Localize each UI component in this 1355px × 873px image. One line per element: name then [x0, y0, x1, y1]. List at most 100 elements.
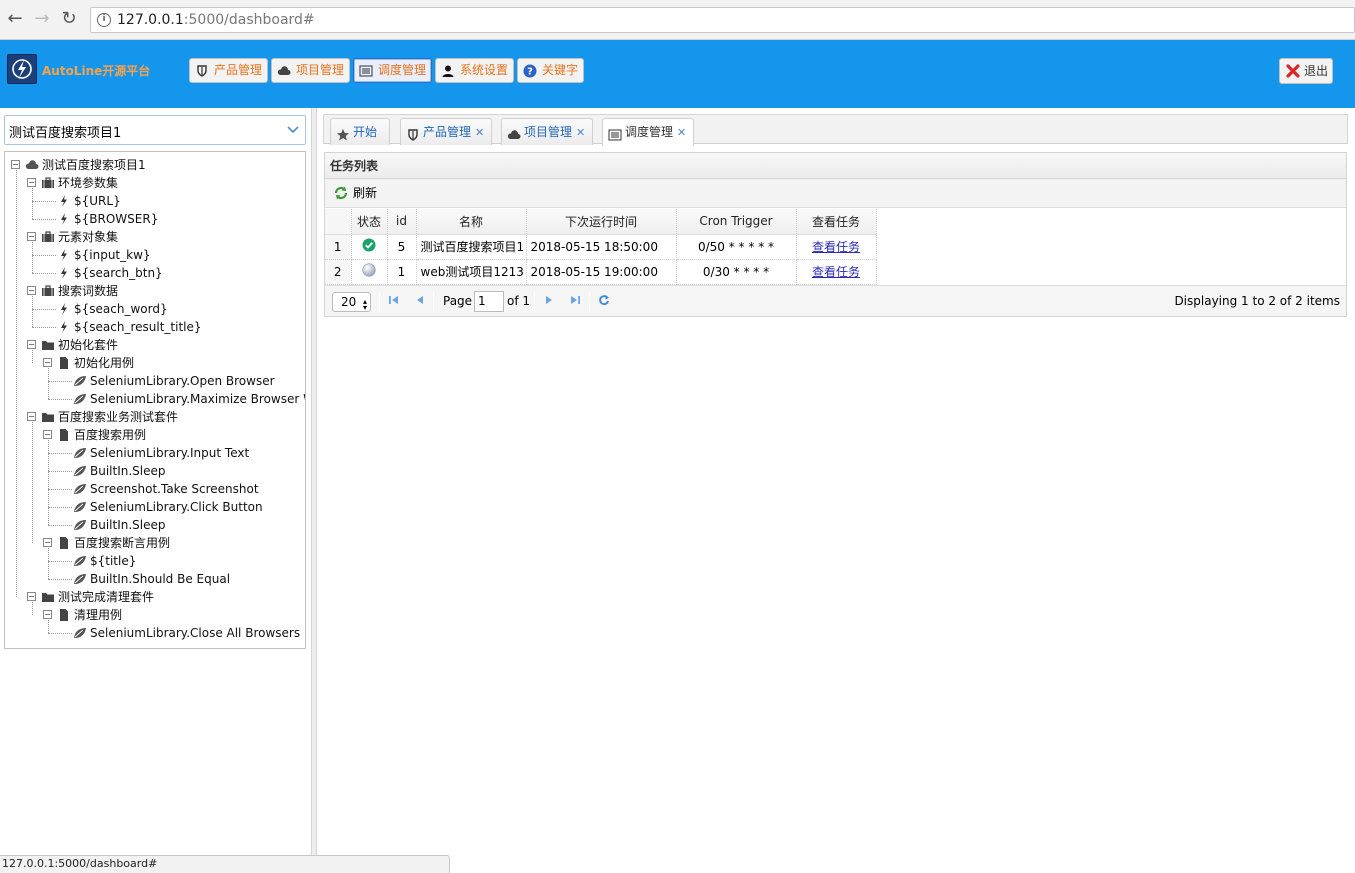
tree-node[interactable]: Screenshot.Take Screenshot [73, 480, 259, 498]
tree-connector [16, 170, 17, 597]
address-bar[interactable]: i 127.0.0.1:5000/dashboard# [90, 7, 1355, 33]
project-tree: − 测试百度搜索项目1− 环境参数集 ${URL} ${BROWSER} − 元素对象集 ${… [4, 151, 306, 649]
tree-node[interactable]: 清理用例 [57, 606, 122, 624]
info-icon[interactable]: i [97, 13, 111, 27]
page-size-select[interactable]: 20 ▴ ▾ [332, 292, 371, 312]
back-icon[interactable]: ← [4, 8, 26, 30]
tree-node[interactable]: ${URL} [57, 192, 121, 210]
table-header-row: 状态 id 名称 下次运行时间 Cron Trigger 查看任务 [325, 209, 877, 235]
tree-collapse-icon[interactable]: − [43, 610, 52, 619]
tree-collapse-icon[interactable]: − [43, 430, 52, 439]
file-icon [57, 356, 71, 369]
row-number: 2 [325, 259, 352, 285]
tree-node[interactable]: 百度搜索用例 [57, 426, 146, 444]
tree-node[interactable]: SeleniumLibrary.Maximize Browser Window [73, 390, 305, 408]
reload-icon[interactable]: ↻ [58, 8, 80, 30]
table-row[interactable]: 1 5 测试百度搜索项目1 2018-05-15 18:50:00 0/50 *… [325, 234, 877, 260]
tab-project[interactable]: 项目管理 ✕ [501, 118, 593, 145]
tree-node[interactable]: 搜索词数据 [41, 282, 118, 300]
tree-connector [32, 273, 56, 274]
tree-node[interactable]: 百度搜索断言用例 [57, 534, 170, 552]
tree-node-label: ${input_kw} [74, 248, 151, 262]
tree-connector [48, 548, 49, 579]
tree-node[interactable]: SeleniumLibrary.Close All Browsers [73, 624, 300, 642]
view-task-link[interactable]: 查看任务 [812, 240, 860, 254]
menu-keyword-button[interactable]: ? 关键字 [517, 58, 585, 83]
tree-node-label: 元素对象集 [58, 230, 119, 244]
row-number: 1 [325, 234, 352, 260]
tree-node[interactable]: ${seach_word} [57, 300, 168, 318]
tree-collapse-icon[interactable]: − [43, 538, 52, 547]
tree-collapse-icon[interactable]: − [27, 232, 36, 241]
tree-collapse-icon[interactable]: − [43, 358, 52, 367]
menu-product-button[interactable]: 产品管理 [189, 58, 269, 83]
column-header[interactable]: Cron Trigger [676, 209, 797, 235]
close-icon[interactable]: ✕ [677, 126, 686, 139]
tree-node[interactable]: SeleniumLibrary.Open Browser [73, 372, 275, 390]
tree-node[interactable]: 初始化套件 [41, 336, 118, 354]
project-select[interactable]: 测试百度搜索项目1 [4, 115, 306, 145]
tree-node[interactable]: SeleniumLibrary.Input Text [73, 444, 249, 462]
column-header[interactable]: 查看任务 [796, 209, 877, 235]
column-header[interactable]: 下次运行时间 [526, 209, 677, 235]
column-header[interactable]: id [387, 209, 417, 235]
menu-schedule-button[interactable]: 调度管理 [353, 58, 433, 83]
chevron-down-icon[interactable] [281, 116, 305, 144]
tree-collapse-icon[interactable]: − [11, 160, 20, 169]
tree-node[interactable]: 初始化用例 [57, 354, 134, 372]
tree-node[interactable]: 元素对象集 [41, 228, 118, 246]
shield-icon [406, 125, 420, 141]
file-icon [57, 608, 71, 621]
close-icon[interactable]: ✕ [475, 126, 484, 139]
app-header: AutoLine开源平台 产品管理 项目管理 调度管理 系统设置 ? 关键字 退… [0, 40, 1355, 108]
tree-node[interactable]: SeleniumLibrary.Click Button [73, 498, 263, 516]
logout-button[interactable]: 退出 [1279, 58, 1333, 84]
column-header[interactable]: 名称 [416, 209, 527, 235]
list-icon [608, 125, 622, 141]
menu-settings-button[interactable]: 系统设置 [435, 58, 515, 83]
tab-schedule[interactable]: 调度管理 ✕ [602, 118, 694, 146]
leaf-icon [73, 464, 87, 476]
menu-project-button[interactable]: 项目管理 [271, 58, 351, 83]
cloud-icon [507, 125, 521, 139]
task-next-run: 2018-05-15 19:00:00 [526, 259, 677, 285]
tree-node[interactable]: ${seach_result_title} [57, 318, 202, 336]
close-icon[interactable]: ✕ [576, 126, 585, 139]
leaf-icon [73, 626, 87, 638]
refresh-button[interactable]: 刷新 [333, 185, 377, 201]
prev-page-icon[interactable] [414, 294, 426, 306]
tree-collapse-icon[interactable]: − [27, 592, 36, 601]
tree-node-label: SeleniumLibrary.Close All Browsers [90, 626, 301, 640]
display-summary: Displaying 1 to 2 of 2 items [1174, 294, 1340, 308]
next-page-icon[interactable] [543, 294, 555, 306]
tree-node[interactable]: 测试百度搜索项目1 [25, 156, 146, 174]
tree-connector [32, 602, 33, 615]
tree-node[interactable]: 环境参数集 [41, 174, 118, 192]
tree-collapse-icon[interactable]: − [27, 286, 36, 295]
first-page-icon[interactable] [388, 294, 400, 306]
tree-node[interactable]: ${search_btn} [57, 264, 163, 282]
tree-node[interactable]: BuiltIn.Should Be Equal [73, 570, 230, 588]
column-header[interactable]: 状态 [351, 209, 388, 235]
tree-node[interactable]: ${input_kw} [57, 246, 151, 264]
tree-node[interactable]: BuiltIn.Sleep [73, 516, 166, 534]
task-table: 状态 id 名称 下次运行时间 Cron Trigger 查看任务 1 5 测试… [325, 209, 877, 285]
view-task-link[interactable]: 查看任务 [812, 265, 860, 279]
tab-start[interactable]: 开始 [330, 118, 390, 145]
table-row[interactable]: 2 1 web测试项目1213 2018-05-15 19:00:00 0/30… [325, 259, 877, 285]
tree-collapse-icon[interactable]: − [27, 178, 36, 187]
tree-node[interactable]: BuiltIn.Sleep [73, 462, 166, 480]
leaf-icon [73, 554, 87, 566]
tree-collapse-icon[interactable]: − [27, 340, 36, 349]
tree-node-label: Screenshot.Take Screenshot [90, 482, 259, 496]
tree-node[interactable]: ${BROWSER} [57, 210, 158, 228]
tree-node[interactable]: 测试完成清理套件 [41, 588, 154, 606]
forward-icon[interactable]: → [31, 8, 53, 30]
tab-product[interactable]: 产品管理 ✕ [400, 118, 492, 145]
tree-node[interactable]: ${title} [73, 552, 136, 570]
reload-page-icon[interactable] [598, 294, 610, 306]
last-page-icon[interactable] [569, 294, 581, 306]
tree-collapse-icon[interactable]: − [27, 412, 36, 421]
tree-node[interactable]: 百度搜索业务测试套件 [41, 408, 178, 426]
page-number-input[interactable]: 1 [474, 291, 504, 312]
